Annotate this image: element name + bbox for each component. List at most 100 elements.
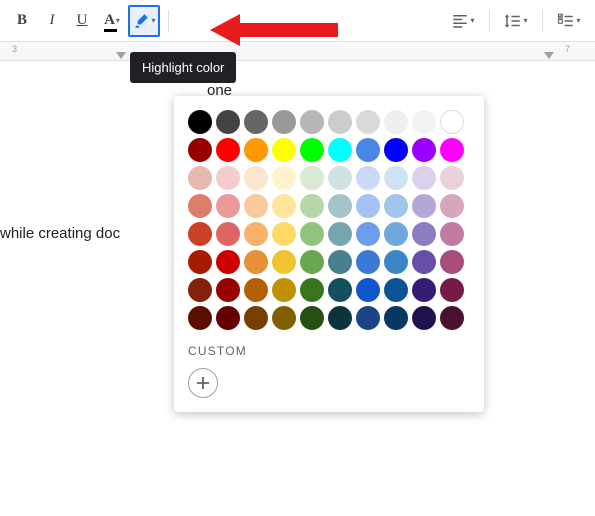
- indent-marker-left[interactable]: [116, 52, 126, 60]
- color-swatch[interactable]: [412, 222, 436, 246]
- color-swatch[interactable]: [356, 250, 380, 274]
- color-swatch[interactable]: [216, 250, 240, 274]
- toolbar-separator: [168, 10, 169, 32]
- color-swatch[interactable]: [412, 110, 436, 134]
- line-spacing-button[interactable]: ▾: [498, 7, 534, 35]
- color-swatch[interactable]: [216, 222, 240, 246]
- color-swatch[interactable]: [384, 278, 408, 302]
- color-picker: CUSTOM: [174, 96, 484, 412]
- color-swatch[interactable]: [440, 250, 464, 274]
- color-swatch[interactable]: [300, 222, 324, 246]
- color-swatch[interactable]: [440, 166, 464, 190]
- color-swatch[interactable]: [188, 278, 212, 302]
- color-swatch[interactable]: [300, 250, 324, 274]
- color-swatch[interactable]: [244, 306, 268, 330]
- bold-button[interactable]: B: [8, 7, 36, 35]
- color-swatch[interactable]: [244, 278, 268, 302]
- color-swatch[interactable]: [188, 110, 212, 134]
- color-swatch[interactable]: [440, 306, 464, 330]
- underline-button[interactable]: U: [68, 7, 96, 35]
- color-swatch[interactable]: [272, 138, 296, 162]
- color-swatch[interactable]: [216, 306, 240, 330]
- color-swatch[interactable]: [244, 194, 268, 218]
- color-swatch[interactable]: [328, 110, 352, 134]
- tooltip: Highlight color: [130, 52, 236, 83]
- color-swatch[interactable]: [300, 194, 324, 218]
- color-swatch[interactable]: [188, 138, 212, 162]
- color-swatch[interactable]: [300, 278, 324, 302]
- color-swatch[interactable]: [412, 306, 436, 330]
- color-swatch[interactable]: [356, 222, 380, 246]
- color-swatch[interactable]: [272, 110, 296, 134]
- doc-text[interactable]: while creating doc: [0, 225, 120, 242]
- color-swatch[interactable]: [188, 306, 212, 330]
- color-swatch[interactable]: [356, 306, 380, 330]
- color-swatch[interactable]: [188, 250, 212, 274]
- color-swatch[interactable]: [328, 222, 352, 246]
- color-swatch[interactable]: [328, 306, 352, 330]
- color-swatch[interactable]: [188, 166, 212, 190]
- color-swatch[interactable]: [384, 194, 408, 218]
- color-swatch[interactable]: [328, 166, 352, 190]
- color-swatch[interactable]: [412, 138, 436, 162]
- italic-button[interactable]: I: [38, 7, 66, 35]
- color-swatch[interactable]: [356, 110, 380, 134]
- align-icon: [451, 12, 469, 30]
- ruler-tick: 7: [565, 44, 570, 54]
- color-swatch[interactable]: [244, 138, 268, 162]
- color-swatch[interactable]: [272, 306, 296, 330]
- list-button[interactable]: ▾: [551, 7, 587, 35]
- color-swatch[interactable]: [244, 222, 268, 246]
- line-spacing-icon: [504, 12, 522, 30]
- color-swatch[interactable]: [244, 110, 268, 134]
- color-swatch[interactable]: [440, 110, 464, 134]
- color-swatch[interactable]: [216, 194, 240, 218]
- color-swatch[interactable]: [300, 306, 324, 330]
- color-swatch[interactable]: [384, 306, 408, 330]
- color-swatch[interactable]: [300, 138, 324, 162]
- color-swatch[interactable]: [440, 138, 464, 162]
- color-swatch[interactable]: [328, 194, 352, 218]
- color-swatch[interactable]: [272, 166, 296, 190]
- color-swatch[interactable]: [216, 110, 240, 134]
- highlight-color-button[interactable]: ▾: [128, 5, 160, 37]
- color-swatch[interactable]: [216, 278, 240, 302]
- color-swatch[interactable]: [384, 138, 408, 162]
- color-swatch[interactable]: [216, 166, 240, 190]
- color-swatch[interactable]: [188, 222, 212, 246]
- color-swatch[interactable]: [384, 222, 408, 246]
- color-swatch[interactable]: [440, 222, 464, 246]
- color-swatch[interactable]: [272, 222, 296, 246]
- toolbar-separator: [489, 10, 490, 32]
- color-swatch[interactable]: [412, 278, 436, 302]
- color-swatch[interactable]: [412, 166, 436, 190]
- color-swatch[interactable]: [272, 278, 296, 302]
- color-swatch[interactable]: [244, 166, 268, 190]
- color-swatch[interactable]: [440, 194, 464, 218]
- text-color-button[interactable]: A ▾: [98, 7, 126, 35]
- color-swatch[interactable]: [188, 194, 212, 218]
- color-swatch[interactable]: [384, 250, 408, 274]
- color-swatch[interactable]: [384, 166, 408, 190]
- color-swatch[interactable]: [300, 166, 324, 190]
- color-swatch[interactable]: [440, 278, 464, 302]
- color-swatch[interactable]: [328, 138, 352, 162]
- indent-marker-right[interactable]: [544, 52, 554, 60]
- color-swatch[interactable]: [356, 278, 380, 302]
- color-swatch[interactable]: [356, 166, 380, 190]
- align-button[interactable]: ▾: [445, 7, 481, 35]
- color-swatch[interactable]: [412, 250, 436, 274]
- color-swatch[interactable]: [412, 194, 436, 218]
- plus-icon: [195, 375, 211, 391]
- color-swatch[interactable]: [272, 194, 296, 218]
- add-custom-color-button[interactable]: [188, 368, 218, 398]
- color-swatch[interactable]: [384, 110, 408, 134]
- color-swatch[interactable]: [216, 138, 240, 162]
- color-swatch[interactable]: [244, 250, 268, 274]
- color-swatch[interactable]: [328, 250, 352, 274]
- color-swatch[interactable]: [300, 110, 324, 134]
- color-swatch[interactable]: [328, 278, 352, 302]
- color-swatch[interactable]: [272, 250, 296, 274]
- color-swatch[interactable]: [356, 194, 380, 218]
- color-swatch[interactable]: [356, 138, 380, 162]
